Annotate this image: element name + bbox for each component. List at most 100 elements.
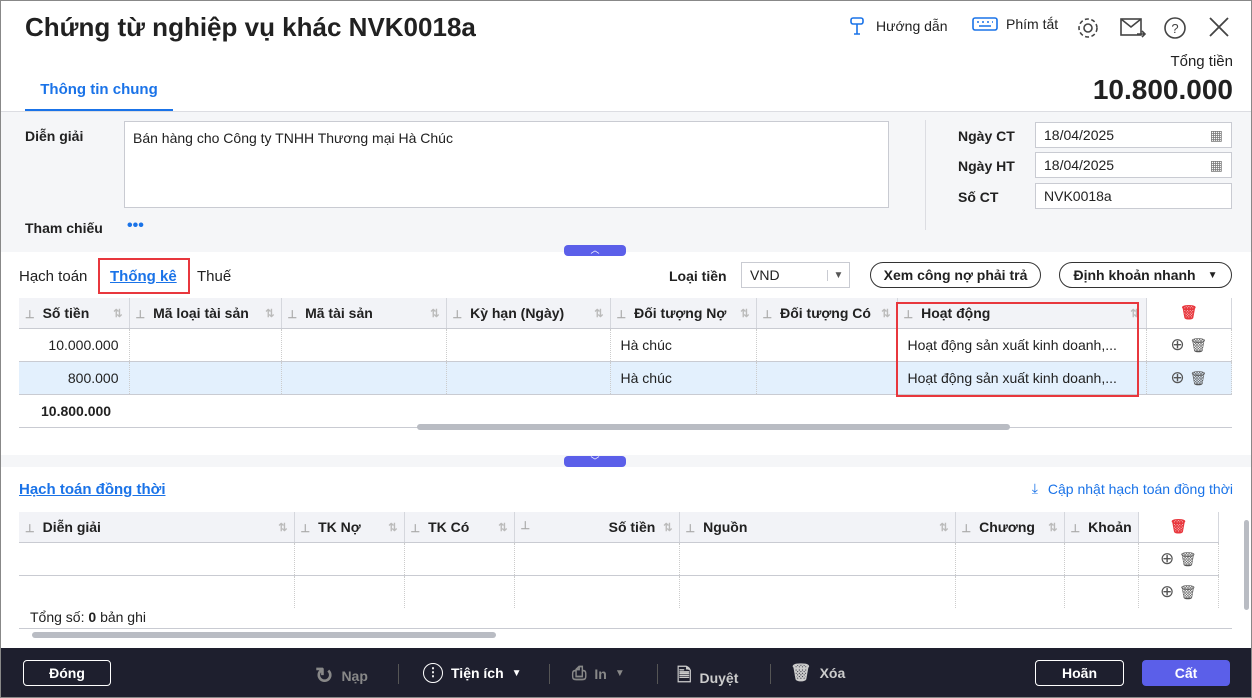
cell-debit-object[interactable]: Hà chúc [610,361,757,395]
pin-icon[interactable]: ⊥ [25,523,35,535]
gear-icon[interactable] [1076,16,1100,40]
cell[interactable] [756,361,898,395]
delete-button[interactable]: 🗑 Xóa [790,663,845,683]
cell[interactable] [281,328,447,362]
add-row-icon[interactable]: ⊕ [1160,582,1174,601]
horizontal-scrollbar[interactable] [417,424,1010,430]
table-row[interactable]: ⊕ 🗑 [19,542,1220,576]
utilities-button[interactable]: ⋮ Tiện ích ▼ [423,663,522,683]
collapse-down-button[interactable]: ﹀ [564,456,626,467]
pin-icon[interactable]: ⊥ [1071,523,1081,535]
col-term[interactable]: ⊥ Kỳ hạn (Ngày) ⇅ [446,298,611,329]
tab-accounting[interactable]: Hạch toán [19,268,87,285]
tab-tax[interactable]: Thuế [197,268,231,285]
sort-icon[interactable]: ⇅ [113,307,122,320]
col-amount[interactable]: ⊥ Số tiền ⇅ [19,298,130,329]
pin-icon[interactable]: ⊥ [763,309,773,321]
cell[interactable] [756,328,898,362]
sort-icon[interactable]: ⇅ [278,521,287,534]
voucher-no-input[interactable]: NVK0018a [1035,183,1232,209]
caret-down-icon: ▼ [614,668,625,679]
pin-icon[interactable]: ⊥ [25,309,35,321]
cell-amount[interactable]: 10.000.000 [19,328,130,362]
col-item[interactable]: ⊥ Khoản [1064,512,1139,543]
print-button[interactable]: ⎙ In ▼ [572,663,625,684]
close-button[interactable]: Đóng [23,660,111,686]
quick-entry-button[interactable]: Định khoản nhanh ▼ [1059,262,1232,288]
posting-date-input[interactable]: 18/04/2025 ▦ [1035,152,1232,178]
pin-icon[interactable]: ⊥ [962,523,972,535]
sort-icon[interactable]: ⇅ [1048,521,1057,534]
save-button[interactable]: Cất [1142,660,1230,686]
sort-icon[interactable]: ⇅ [388,521,397,534]
add-row-icon[interactable]: ⊕ [1170,368,1184,387]
col-debit-account[interactable]: ⊥ TK Nợ ⇅ [294,512,405,543]
add-row-icon[interactable]: ⊕ [1160,549,1174,568]
col-description[interactable]: ⊥ Diễn giải ⇅ [19,512,295,543]
cell-amount[interactable]: 800.000 [19,361,130,395]
col-asset-type[interactable]: ⊥ Mã loại tài sản ⇅ [129,298,282,329]
pin-icon[interactable]: ⊥ [453,309,463,321]
col-chapter[interactable]: ⊥ Chương ⇅ [955,512,1065,543]
col-asset-code[interactable]: ⊥ Mã tài sản ⇅ [281,298,447,329]
sort-icon[interactable]: ⇅ [265,307,274,320]
cell[interactable] [281,361,447,395]
guide-icon [848,16,868,36]
cell[interactable] [446,328,611,362]
col-label: Khoản [1088,518,1132,535]
col-credit-account[interactable]: ⊥ TK Có ⇅ [404,512,515,543]
vertical-scrollbar[interactable] [1244,520,1249,610]
shortcuts-button[interactable]: Phím tắt [972,16,1058,32]
reference-more-button[interactable]: ••• [127,217,144,235]
sort-icon[interactable]: ⇅ [663,521,672,534]
calendar-icon[interactable]: ▦ [1210,157,1223,173]
delete-row-icon[interactable]: 🗑 [1189,337,1207,353]
col-credit-object[interactable]: ⊥ Đối tượng Có ⇅ [756,298,898,329]
sort-icon[interactable]: ⇅ [939,521,948,534]
description-input[interactable]: Bán hàng cho Công ty TNHH Thương mại Hà … [124,121,889,208]
pin-icon[interactable]: ⊥ [136,309,146,321]
delete-row-icon[interactable]: 🗑 [1189,370,1207,386]
table-row[interactable]: ⊕ 🗑 [19,575,1220,608]
delete-row-icon[interactable]: 🗑 [1179,584,1197,600]
col-label: TK Có [428,518,470,535]
cell[interactable] [129,361,282,395]
col-source[interactable]: ⊥ Nguồn ⇅ [679,512,956,543]
mail-forward-icon[interactable] [1119,16,1147,40]
col-amount[interactable]: ⊥ Số tiền ⇅ [514,512,680,543]
pin-icon[interactable]: ⊥ [411,523,421,535]
sort-icon[interactable]: ⇅ [881,307,890,320]
col-debit-object[interactable]: ⊥ Đối tượng Nợ ⇅ [610,298,757,329]
pin-icon[interactable]: ⊥ [686,523,696,535]
pin-icon[interactable]: ⊥ [288,309,298,321]
currency-select[interactable]: VND ▼ [741,262,850,288]
update-concurrent-button[interactable]: ⤓ Cập nhật hạch toán đồng thời [1032,480,1233,497]
sort-icon[interactable]: ⇅ [430,307,439,320]
delete-all-icon[interactable]: 🗑 [1146,298,1232,329]
pin-icon[interactable]: ⊥ [301,523,311,535]
pin-icon[interactable]: ⊥ [521,519,531,532]
concurrent-accounting-title[interactable]: Hạch toán đồng thời [19,481,165,498]
collapse-up-button[interactable]: ︿ [564,245,626,256]
sort-icon[interactable]: ⇅ [594,307,603,320]
cancel-button[interactable]: Hoãn [1035,660,1124,686]
tab-general-info[interactable]: Thông tin chung [25,80,173,112]
view-payables-button[interactable]: Xem công nợ phải trả [870,262,1041,288]
cell[interactable] [446,361,611,395]
cell-debit-object[interactable]: Hà chúc [610,328,757,362]
voucher-date-input[interactable]: 18/04/2025 ▦ [1035,122,1232,148]
delete-row-icon[interactable]: 🗑 [1179,551,1197,567]
guide-button[interactable]: Hướng dẫn [848,16,947,36]
add-row-icon[interactable]: ⊕ [1170,335,1184,354]
sort-icon[interactable]: ⇅ [740,307,749,320]
horizontal-scrollbar[interactable] [32,632,496,638]
close-icon[interactable] [1208,16,1230,38]
reload-button[interactable]: ↻ Nạp [315,663,368,689]
approve-button[interactable]: 🗎 Duyệt [677,663,738,693]
delete-all-icon[interactable]: 🗑 [1138,512,1220,543]
sort-icon[interactable]: ⇅ [498,521,507,534]
help-icon[interactable]: ? [1163,16,1187,40]
calendar-icon[interactable]: ▦ [1210,127,1223,143]
pin-icon[interactable]: ⊥ [617,309,627,321]
cell[interactable] [129,328,282,362]
